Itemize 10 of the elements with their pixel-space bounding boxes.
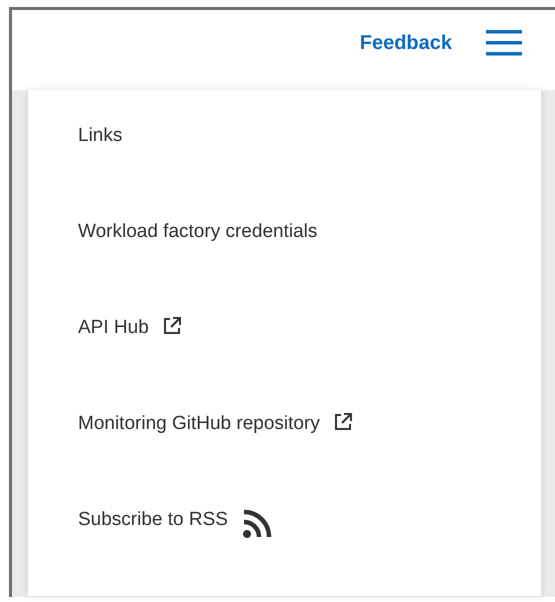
menu-item[interactable]: Links [78, 125, 122, 148]
menu-item[interactable]: Monitoring GitHub repository [78, 413, 320, 436]
menu-icon[interactable] [486, 30, 522, 56]
external-link-icon [334, 413, 352, 431]
feedback-link[interactable]: Feedback [360, 28, 452, 58]
menu-item[interactable]: Subscribe to RSS [78, 509, 228, 532]
rss-icon [242, 509, 274, 539]
menu-item[interactable]: API Hub [78, 317, 149, 340]
external-link-icon [162, 317, 181, 335]
menu-item[interactable]: Workload factory credentials [78, 221, 318, 244]
